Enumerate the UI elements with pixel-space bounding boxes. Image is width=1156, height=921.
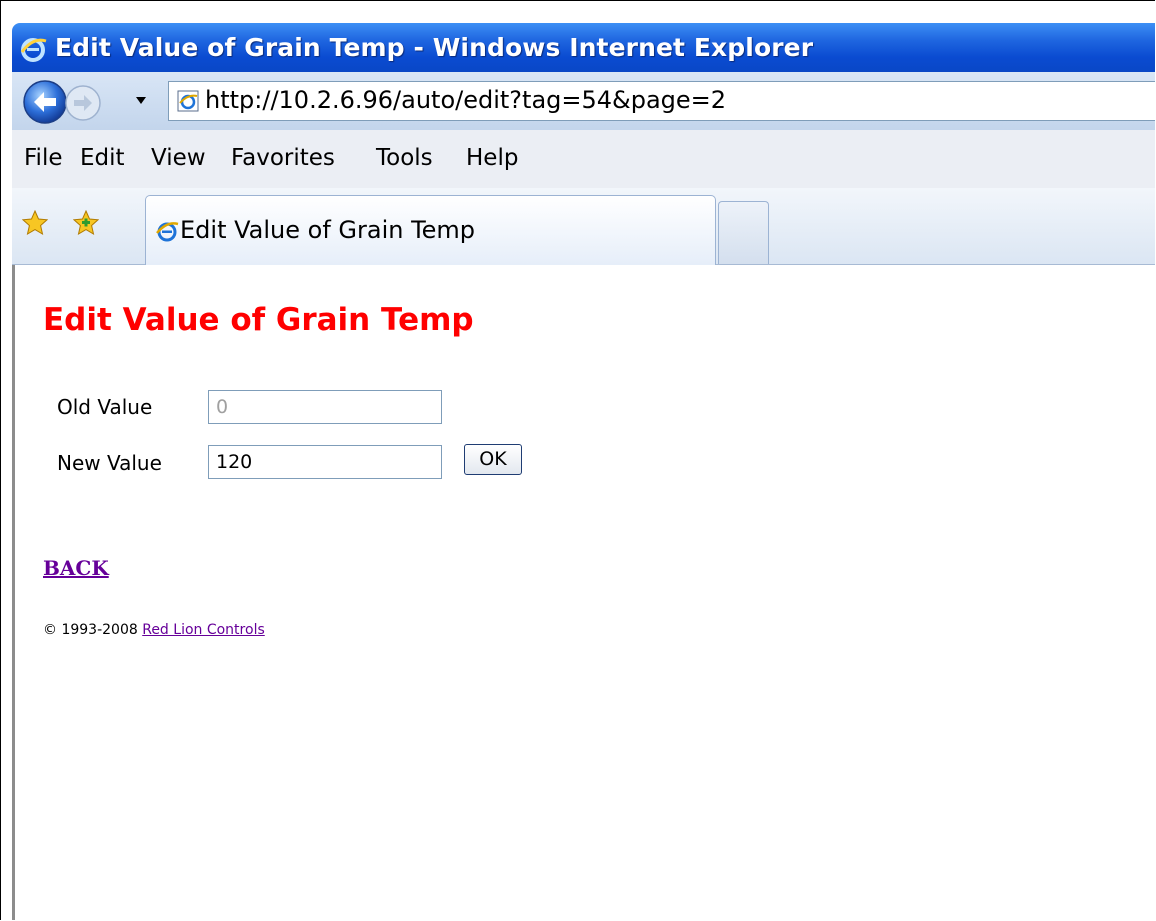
browser-window: Edit Value of Grain Temp - Windows Inter…	[12, 23, 1155, 920]
menu-help[interactable]: Help	[466, 145, 518, 171]
address-toolbar: http://10.2.6.96/auto/edit?tag=54&page=2	[12, 72, 1155, 130]
menu-tools[interactable]: Tools	[376, 145, 433, 171]
ie-logo-icon	[20, 38, 47, 62]
menu-view[interactable]: View	[151, 145, 206, 171]
tab-label: Edit Value of Grain Temp	[180, 216, 476, 244]
screenshot-frame: Edit Value of Grain Temp - Windows Inter…	[0, 0, 1155, 920]
title-bar: Edit Value of Grain Temp - Windows Inter…	[12, 23, 1155, 72]
menu-favorites[interactable]: Favorites	[231, 145, 335, 171]
menu-file[interactable]: File	[24, 145, 63, 171]
address-bar[interactable]: http://10.2.6.96/auto/edit?tag=54&page=2	[168, 81, 1155, 121]
favorites-star-icon[interactable]	[22, 210, 48, 236]
page-icon	[177, 90, 199, 112]
page-content: Edit Value of Grain Temp Old Value New V…	[12, 265, 1155, 920]
forward-button-icon[interactable]	[64, 84, 102, 122]
new-value-field[interactable]	[208, 445, 442, 479]
footer: © 1993-2008 Red Lion Controls	[43, 622, 265, 638]
window-title: Edit Value of Grain Temp - Windows Inter…	[55, 33, 814, 62]
menu-bar: File Edit View Favorites Tools Help	[12, 130, 1155, 188]
address-url: http://10.2.6.96/auto/edit?tag=54&page=2	[205, 86, 727, 114]
recent-pages-dropdown-icon[interactable]	[136, 97, 146, 105]
back-link[interactable]: BACK	[43, 556, 109, 580]
ie-page-icon	[156, 222, 179, 242]
tab-bar: Edit Value of Grain Temp	[12, 188, 1155, 265]
new-tab-button[interactable]	[718, 201, 769, 264]
old-value-label: Old Value	[57, 395, 153, 419]
tab-edit-value[interactable]: Edit Value of Grain Temp	[145, 195, 716, 265]
menu-edit[interactable]: Edit	[80, 145, 125, 171]
red-lion-link[interactable]: Red Lion Controls	[142, 622, 265, 638]
back-button-icon[interactable]	[22, 79, 68, 125]
ok-button[interactable]: OK	[464, 444, 522, 475]
old-value-field	[208, 390, 442, 424]
add-favorites-icon[interactable]	[73, 210, 99, 236]
new-value-label: New Value	[57, 451, 162, 475]
copyright-text: © 1993-2008	[43, 622, 138, 638]
page-title: Edit Value of Grain Temp	[43, 302, 474, 338]
